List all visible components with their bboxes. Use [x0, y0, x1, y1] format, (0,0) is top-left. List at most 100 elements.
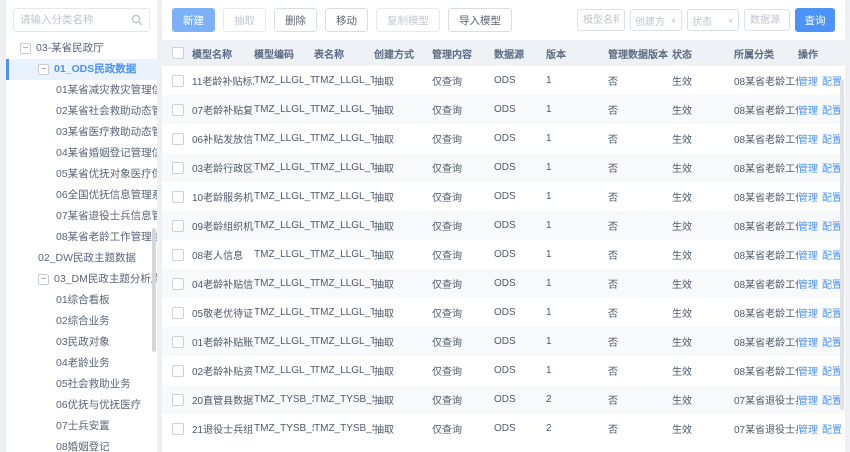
cell-version: 1: [546, 162, 608, 173]
configure-link[interactable]: 配置: [822, 280, 842, 291]
cell-name: 08老人信息: [192, 247, 254, 262]
row-checkbox[interactable]: [172, 394, 184, 406]
row-checkbox[interactable]: [172, 104, 184, 116]
row-checkbox-cell: [162, 394, 192, 406]
manage-link[interactable]: 管理: [798, 106, 818, 117]
tree-item[interactable]: 02某省社会救助动态管理系统: [6, 101, 157, 122]
configure-link[interactable]: 配置: [822, 193, 842, 204]
cell-content: 仅查询: [432, 334, 494, 349]
toolbar-button[interactable]: 新建: [172, 8, 215, 32]
configure-link[interactable]: 配置: [822, 77, 842, 88]
row-checkbox[interactable]: [172, 336, 184, 348]
manage-link[interactable]: 管理: [798, 396, 818, 407]
configure-link[interactable]: 配置: [822, 251, 842, 262]
tree-item[interactable]: 07某省退役士兵信息管理系统: [6, 206, 157, 227]
cell-version: 2: [546, 394, 608, 405]
manage-link[interactable]: 管理: [798, 193, 818, 204]
manage-link[interactable]: 管理: [798, 164, 818, 175]
query-button[interactable]: 查询: [795, 8, 835, 32]
manage-link[interactable]: 管理: [798, 135, 818, 146]
tree-item[interactable]: 02综合业务: [6, 311, 157, 332]
cell-category: 08某省老龄工作管: [734, 334, 798, 349]
cell-actions: 管理配置: [798, 305, 845, 320]
tree-item[interactable]: 07士兵安置: [6, 416, 157, 437]
manage-link[interactable]: 管理: [798, 309, 818, 320]
configure-link[interactable]: 配置: [822, 164, 842, 175]
cell-category: 07某省退役士兵信: [734, 392, 798, 407]
tree-item[interactable]: 06全国优抚信息管理系统: [6, 185, 157, 206]
column-header: 数据源: [494, 46, 546, 61]
tree-item[interactable]: 08某省老龄工作管理信息系统: [6, 227, 157, 248]
row-checkbox[interactable]: [172, 133, 184, 145]
cell-category: 08某省老龄工作管: [734, 247, 798, 262]
row-checkbox[interactable]: [172, 75, 184, 87]
tree-item[interactable]: 04老龄业务: [6, 353, 157, 374]
cell-code: TMZ_LLGL_T...: [254, 104, 314, 115]
row-checkbox[interactable]: [172, 423, 184, 435]
configure-link[interactable]: 配置: [822, 338, 842, 349]
manage-link[interactable]: 管理: [798, 280, 818, 291]
configure-link[interactable]: 配置: [822, 367, 842, 378]
configure-link[interactable]: 配置: [822, 309, 842, 320]
creator-filter-select[interactable]: 创建方 ∨: [630, 9, 682, 31]
manage-link[interactable]: 管理: [798, 77, 818, 88]
manage-link[interactable]: 管理: [798, 425, 818, 436]
tree-item[interactable]: 04某省婚姻登记管理信息系统: [6, 143, 157, 164]
tree-item[interactable]: 03某省医疗救助动态管理系统: [6, 122, 157, 143]
collapse-minus-icon[interactable]: −: [38, 64, 49, 75]
row-checkbox[interactable]: [172, 365, 184, 377]
tree-item[interactable]: −03_DM民政主题分析库: [6, 269, 157, 290]
sidebar-scrollbar-thumb[interactable]: [152, 228, 156, 352]
row-checkbox[interactable]: [172, 220, 184, 232]
cell-name: 11老龄补贴标准: [192, 73, 254, 88]
cell-content: 仅查询: [432, 363, 494, 378]
toolbar-button[interactable]: 移动: [325, 8, 368, 32]
search-icon: [131, 14, 143, 26]
datasource-filter-input[interactable]: [744, 9, 790, 31]
row-checkbox[interactable]: [172, 307, 184, 319]
tree-item[interactable]: 08婚姻登记: [6, 437, 157, 452]
row-checkbox[interactable]: [172, 249, 184, 261]
tree-item[interactable]: 01某省减灾救灾管理信息系统: [6, 80, 157, 101]
status-filter-select[interactable]: 状态 ∨: [687, 9, 739, 31]
table-scrollbar-thumb[interactable]: [840, 80, 844, 410]
row-checkbox[interactable]: [172, 278, 184, 290]
toolbar-buttons: 新建抽取删除移动复制模型导入模型: [172, 8, 520, 32]
manage-link[interactable]: 管理: [798, 251, 818, 262]
manage-link[interactable]: 管理: [798, 222, 818, 233]
table-row: 11老龄补贴标准TMZ_LLGL_T...TMZ_LLGL_T...抽取仅查询O…: [162, 66, 845, 95]
row-checkbox[interactable]: [172, 191, 184, 203]
model-name-filter-input[interactable]: [577, 9, 625, 31]
tree-item[interactable]: 03民政对象: [6, 332, 157, 353]
tree-item[interactable]: 01综合看板: [6, 290, 157, 311]
column-header: 版本: [546, 46, 608, 61]
cell-code: TMZ_LLGL_T...: [254, 278, 314, 289]
configure-link[interactable]: 配置: [822, 396, 842, 407]
configure-link[interactable]: 配置: [822, 425, 842, 436]
manage-link[interactable]: 管理: [798, 338, 818, 349]
cell-code: TMZ_TYSB_S...: [254, 394, 314, 405]
cell-content: 仅查询: [432, 247, 494, 262]
category-search[interactable]: [13, 8, 150, 32]
tree-item[interactable]: 05社会救助业务: [6, 374, 157, 395]
configure-link[interactable]: 配置: [822, 106, 842, 117]
manage-link[interactable]: 管理: [798, 367, 818, 378]
tree-item[interactable]: −01_ODS民政数据: [6, 59, 157, 80]
toolbar-button[interactable]: 导入模型: [448, 8, 512, 32]
collapse-minus-icon[interactable]: −: [38, 274, 49, 285]
cell-name: 02老龄补贴资...: [192, 363, 254, 378]
select-all-checkbox[interactable]: [172, 47, 184, 59]
cell-status: 生效: [672, 421, 734, 436]
configure-link[interactable]: 配置: [822, 222, 842, 233]
category-search-input[interactable]: [20, 14, 131, 26]
tree-item[interactable]: 05某省优抚对象医疗保障系统: [6, 164, 157, 185]
tree-item[interactable]: −03-某省民政厅: [6, 38, 157, 59]
collapse-minus-icon[interactable]: −: [20, 43, 31, 54]
toolbar-button[interactable]: 删除: [274, 8, 317, 32]
tree-item[interactable]: 06优抚与优抚医疗: [6, 395, 157, 416]
cell-mgmt-version: 否: [608, 421, 672, 436]
row-checkbox[interactable]: [172, 162, 184, 174]
tree-item-label: 02_DW民政主题数据: [38, 252, 136, 264]
tree-item[interactable]: 02_DW民政主题数据: [6, 248, 157, 269]
configure-link[interactable]: 配置: [822, 135, 842, 146]
